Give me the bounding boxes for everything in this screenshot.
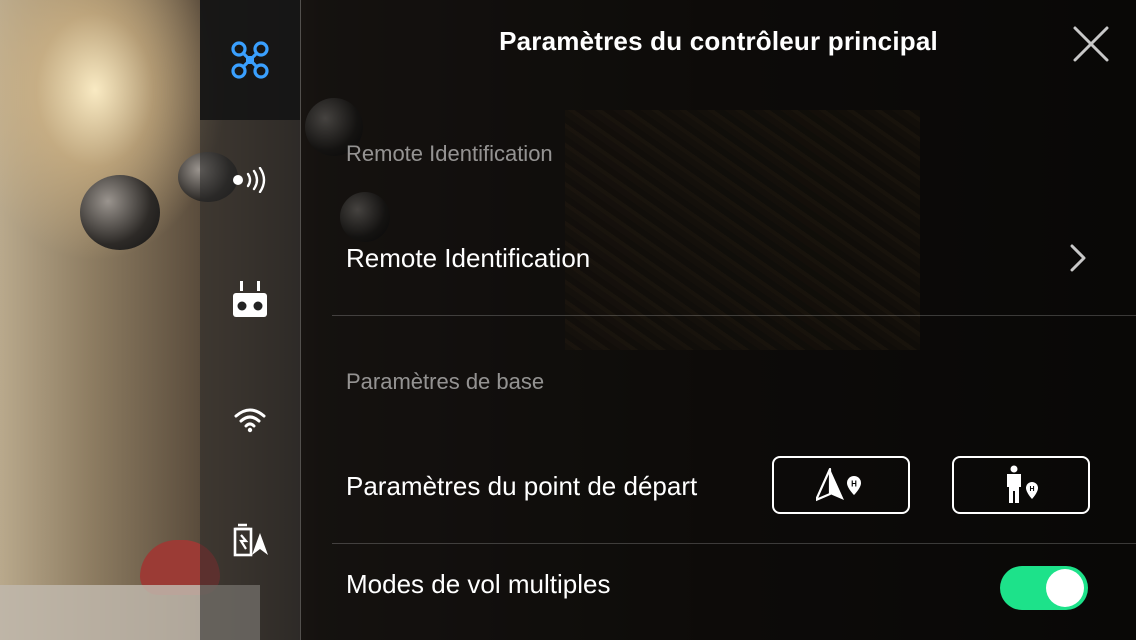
chevron-right-icon[interactable] (1066, 243, 1090, 273)
toggle-knob (1046, 569, 1084, 607)
page-title: Paramètres du contrôleur principal (499, 26, 938, 56)
svg-text:H: H (1029, 486, 1034, 493)
multi-flight-modes-toggle[interactable] (1000, 566, 1088, 610)
home-point-settings-label: Paramètres du point de départ (346, 471, 698, 501)
sidebar-item-aircraft[interactable] (200, 0, 300, 120)
multi-flight-modes-label: Modes de vol multiples (346, 569, 611, 599)
settings-panel: Paramètres du contrôleur principal Remot… (301, 0, 1136, 640)
aircraft-home-icon: H (816, 468, 861, 502)
sidebar-item-wifi[interactable] (200, 360, 300, 480)
aircraft-icon (231, 41, 269, 79)
wifi-icon (234, 408, 266, 433)
sidebar-item-remote-controller[interactable] (200, 240, 300, 360)
settings-sidebar (200, 0, 301, 640)
background-lamp (80, 175, 160, 250)
divider (332, 543, 1136, 544)
battery-gps-icon (233, 523, 268, 557)
home-point-pilot-button[interactable]: H (952, 456, 1090, 514)
broadcast-signal-icon (233, 167, 266, 193)
pilot-home-icon: H (1007, 465, 1038, 503)
close-icon[interactable] (1071, 24, 1111, 64)
divider (332, 315, 1136, 316)
home-point-aircraft-button[interactable]: H (772, 456, 910, 514)
sidebar-item-remote-id[interactable] (200, 120, 300, 240)
svg-text:H: H (851, 480, 857, 489)
remote-controller-icon (233, 281, 267, 317)
remote-id-row-label[interactable]: Remote Identification (346, 243, 590, 274)
sidebar-item-battery[interactable] (200, 480, 300, 600)
section-label-basic: Paramètres de base (346, 369, 545, 394)
section-label-remote-id: Remote Identification (346, 141, 553, 166)
